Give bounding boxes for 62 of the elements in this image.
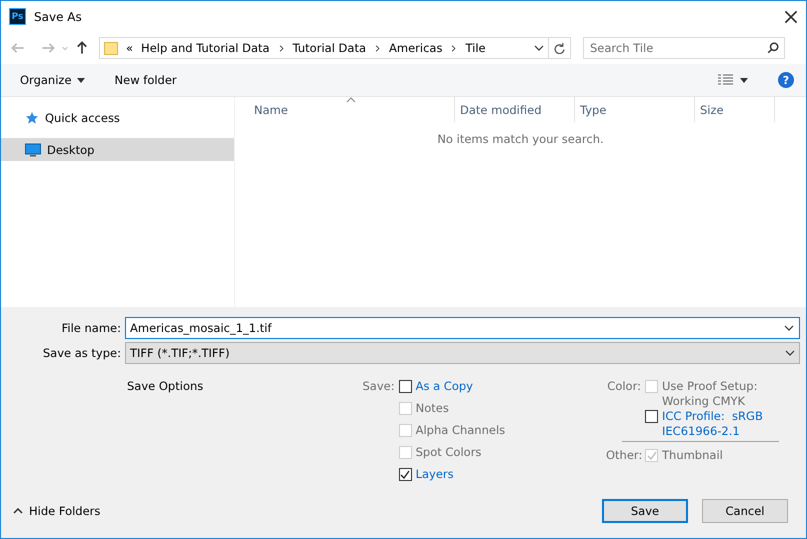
checkbox[interactable] (645, 410, 658, 423)
breadcrumb-overflow[interactable]: « (126, 41, 134, 55)
option-group-label: Other: (606, 448, 641, 462)
up-arrow-icon[interactable] (75, 41, 89, 55)
checkbox-label: As a Copy (416, 379, 473, 394)
monitor-icon (25, 142, 41, 156)
sidebar-item-label: Desktop (47, 142, 94, 156)
checkbox-label: Spot Colors (416, 445, 482, 460)
dialog-button[interactable]: Cancel (702, 499, 788, 523)
field-label: Save as type: (42, 346, 121, 360)
column-header[interactable]: Size (695, 97, 775, 122)
breadcrumb-item[interactable]: Tutorial Data (292, 41, 366, 55)
help-button[interactable]: ? (778, 72, 794, 88)
checkbox-label: Alpha Channels (416, 423, 506, 438)
dropdown-caret-icon[interactable] (784, 323, 794, 333)
column-header[interactable]: Name (235, 97, 455, 122)
new-folder-button[interactable]: New folder (114, 73, 177, 87)
breadcrumb-item[interactable]: Help and Tutorial Data (141, 41, 270, 55)
sort-caret-icon (346, 97, 356, 103)
sidebar-item-label: Quick access (45, 110, 120, 124)
refresh-button[interactable] (549, 37, 571, 59)
sidebar-item[interactable]: Quick access (1, 106, 234, 129)
section-title: Save Options (127, 379, 204, 393)
column-header[interactable]: Type (575, 97, 695, 122)
view-options-button[interactable] (717, 74, 748, 86)
caret-icon (740, 78, 748, 82)
checkbox-label: Layers (416, 467, 454, 482)
organize-button[interactable]: Organize (20, 73, 85, 87)
dialog-button[interactable]: Save (602, 499, 688, 523)
empty-message: No items match your search. (436, 132, 605, 146)
checkbox-label: ICC Profile: sRGB IEC61966-2.1 (662, 409, 764, 439)
breadcrumb-item[interactable]: Americas (389, 41, 442, 55)
caret-icon (76, 78, 85, 82)
checkbox-label: Thumbnail (662, 448, 723, 463)
option-group-label: Color: (606, 379, 641, 393)
checkbox[interactable] (398, 380, 412, 393)
column-header[interactable]: Date modified (455, 97, 575, 122)
hide-folders-button[interactable]: Hide Folders (13, 504, 588, 518)
caret-icon (13, 508, 23, 514)
separator-chevron-icon[interactable] (374, 44, 382, 52)
address-bar[interactable]: « Help and Tutorial Data Tutorial Data Americas Tile (99, 37, 549, 59)
file-name-field[interactable]: Americas_mosaic_1_1.tif (125, 317, 800, 339)
checkbox-label: Use Proof Setup: Working CMYK (662, 379, 758, 409)
separator-chevron-icon[interactable] (450, 44, 458, 52)
checkbox-label: Notes (416, 401, 449, 416)
dropdown-caret-icon[interactable] (534, 43, 544, 53)
sidebar-item[interactable]: Desktop (1, 138, 234, 161)
close-icon[interactable] (784, 10, 798, 24)
search-icon[interactable] (767, 42, 779, 54)
star-icon (25, 110, 39, 124)
file-type-dropdown[interactable]: TIFF (*.TIF;*.TIFF) (125, 342, 800, 364)
window-title: Save As (34, 10, 83, 24)
field-label: File name: (60, 321, 121, 335)
app-icon: Ps (9, 8, 26, 25)
refresh-icon (554, 42, 565, 54)
search-field[interactable]: Search Tile (583, 37, 785, 59)
option-group-label: Save: (361, 379, 395, 393)
dropdown-caret-icon[interactable] (785, 348, 795, 358)
checkbox[interactable] (398, 468, 412, 481)
folder-icon (104, 41, 118, 55)
breadcrumb-item[interactable]: Tile (465, 41, 486, 55)
separator-chevron-icon[interactable] (278, 44, 285, 52)
